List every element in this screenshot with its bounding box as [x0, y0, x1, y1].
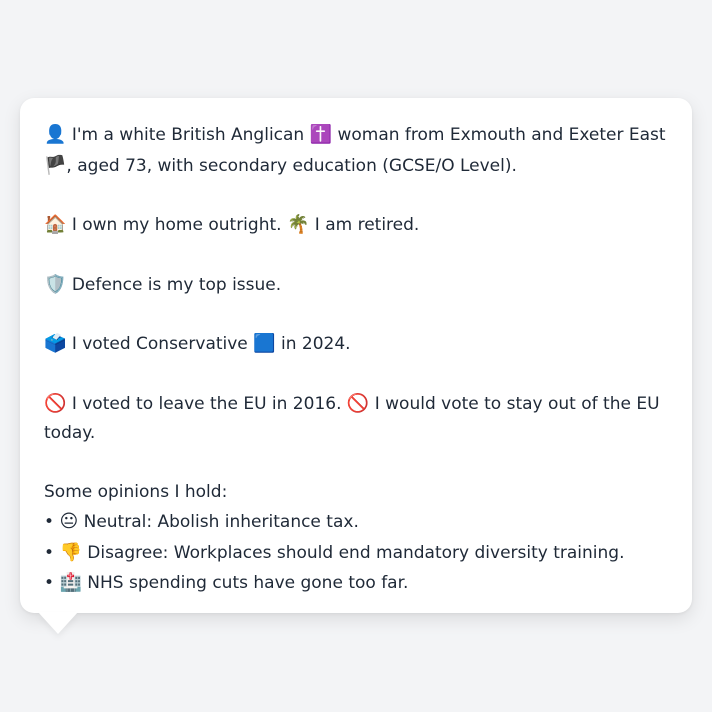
bullet: •: [44, 573, 55, 593]
intro-text-2: woman from Exmouth and Exeter East: [337, 125, 666, 145]
opinion-item: • 👎 Disagree: Workplaces should end mand…: [44, 538, 668, 569]
prohibited-icon: 🚫: [44, 392, 67, 414]
england-flag-icon: 🏴: [44, 154, 67, 176]
opinion-text: NHS spending cuts have gone too far.: [87, 573, 409, 593]
intro-text-3: , aged 73, with secondary education (GCS…: [66, 155, 517, 176]
opinion-text: Disagree: Workplaces should end mandator…: [87, 542, 625, 563]
intro-paragraph: 👤 I'm a white British Anglican ✝️ woman …: [44, 120, 668, 181]
opinions-header: Some opinions I hold:: [44, 481, 228, 502]
bullet: •: [44, 542, 55, 563]
opinion-text: Neutral: Abolish inheritance tax.: [83, 512, 359, 532]
opinion-item: • 😐 Neutral: Abolish inheritance tax.: [44, 507, 668, 538]
eu-text-1: I voted to leave the EU in 2016.: [71, 393, 342, 414]
person-icon: 👤: [44, 124, 67, 145]
intro-text-1: I'm a white British Anglican: [71, 125, 305, 145]
vote-text-2: in 2024.: [281, 334, 351, 354]
cross-icon: ✝️: [309, 124, 333, 145]
vote-paragraph: 🗳️ I voted Conservative 🟦 in 2024.: [44, 329, 668, 360]
eu-paragraph: 🚫 I voted to leave the EU in 2016. 🚫 I w…: [44, 389, 668, 449]
bullet: •: [44, 512, 55, 532]
ballot-box-icon: 🗳️: [44, 333, 67, 354]
vote-text-1: I voted Conservative: [71, 334, 248, 354]
blue-square-icon: 🟦: [253, 333, 276, 354]
neutral-face-icon: 😐: [59, 511, 79, 532]
retired-text: I am retired.: [314, 215, 420, 235]
hospital-icon: 🏥: [59, 572, 82, 593]
house-icon: 🏠: [44, 214, 67, 235]
thumbs-down-icon: 👎: [59, 541, 82, 563]
prohibited-icon: 🚫: [346, 392, 370, 414]
shield-icon: 🛡️: [44, 273, 67, 295]
speech-bubble-tail: [38, 612, 78, 634]
home-paragraph: 🏠 I own my home outright. 🌴 I am retired…: [44, 210, 668, 241]
issue-paragraph: 🛡️ Defence is my top issue.: [44, 270, 668, 301]
opinion-item: • 🏥 NHS spending cuts have gone too far.: [44, 568, 668, 599]
palm-tree-icon: 🌴: [286, 214, 310, 235]
issue-text: Defence is my top issue.: [71, 274, 282, 295]
opinions-section: Some opinions I hold: • 😐 Neutral: Aboli…: [44, 478, 668, 599]
persona-speech-bubble: 👤 I'm a white British Anglican ✝️ woman …: [20, 98, 692, 613]
home-text: I own my home outright.: [71, 215, 282, 235]
